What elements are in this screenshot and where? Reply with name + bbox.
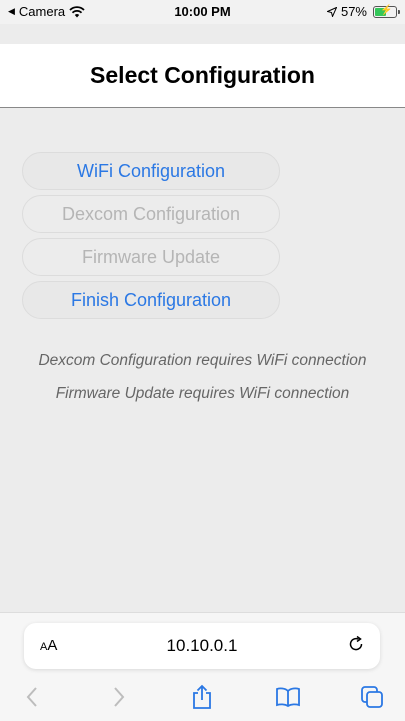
- battery-icon: ⚡: [373, 4, 400, 18]
- status-bar: ◀ Camera 10:00 PM 57% ⚡: [0, 0, 405, 24]
- location-arrow-icon: [326, 6, 337, 17]
- back-icon[interactable]: [18, 683, 46, 711]
- finish-configuration-button[interactable]: Finish Configuration: [22, 281, 280, 319]
- share-icon[interactable]: [188, 683, 216, 711]
- back-app-label[interactable]: Camera: [19, 4, 65, 19]
- browser-toolbar: [0, 681, 405, 713]
- wifi-configuration-button[interactable]: WiFi Configuration: [22, 152, 280, 190]
- page-header: Select Configuration: [0, 44, 405, 108]
- reload-icon[interactable]: [346, 634, 366, 654]
- back-to-app-icon[interactable]: ◀: [8, 6, 15, 17]
- dexcom-requirement-note: Dexcom Configuration requires WiFi conne…: [38, 352, 367, 369]
- configuration-menu: WiFi Configuration Dexcom Configuration …: [22, 152, 280, 324]
- address-bar[interactable]: AA 10.10.0.1: [24, 623, 380, 669]
- battery-cap: [398, 9, 400, 14]
- firmware-update-button[interactable]: Firmware Update: [22, 238, 280, 276]
- charging-bolt-icon: ⚡: [380, 4, 393, 16]
- tabs-icon[interactable]: [358, 683, 386, 711]
- status-right: 57% ⚡: [326, 4, 400, 19]
- url-text[interactable]: 10.10.0.1: [24, 636, 380, 656]
- forward-icon[interactable]: [105, 683, 133, 711]
- page-title: Select Configuration: [90, 62, 315, 88]
- bookmarks-icon[interactable]: [274, 683, 302, 711]
- battery-percent: 57%: [340, 4, 367, 19]
- status-left[interactable]: ◀ Camera: [8, 4, 85, 19]
- wifi-icon: [69, 5, 85, 17]
- firmware-requirement-note: Firmware Update requires WiFi connection: [55, 385, 350, 402]
- browser-bottom-bar: AA 10.10.0.1: [0, 612, 405, 721]
- dexcom-configuration-button[interactable]: Dexcom Configuration: [22, 195, 280, 233]
